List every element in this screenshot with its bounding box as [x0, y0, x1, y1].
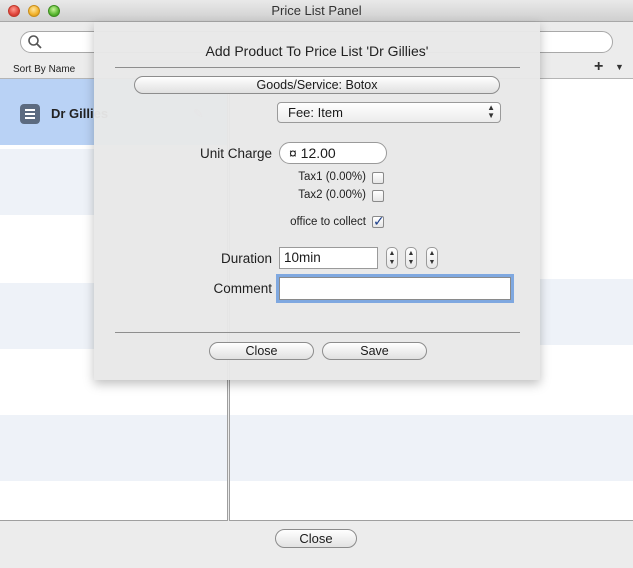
duration-label: Duration — [220, 251, 272, 266]
duration-stepper[interactable]: ▲ ▼ — [426, 247, 438, 269]
tax2-checkbox[interactable] — [372, 190, 384, 202]
save-button[interactable]: Save — [322, 342, 427, 360]
comment-field[interactable] — [279, 277, 511, 300]
sheet-title: Add Product To Price List 'Dr Gillies' — [205, 43, 429, 59]
window-close-icon[interactable] — [8, 5, 20, 17]
office-to-collect-label: office to collect — [290, 216, 366, 228]
window-zoom-icon[interactable] — [48, 5, 60, 17]
sort-by-name-header[interactable]: Sort By Name — [13, 64, 75, 75]
tax1-label: Tax1 (0.00%) — [298, 171, 366, 183]
add-button[interactable]: + — [594, 58, 603, 76]
comment-label: Comment — [213, 281, 272, 296]
window-title: Price List Panel — [271, 3, 362, 18]
office-to-collect-checkbox[interactable] — [372, 213, 385, 230]
unit-charge-label: Unit Charge — [199, 146, 272, 161]
goods-service-button[interactable]: Goods/Service: Botox — [134, 76, 500, 94]
add-product-sheet: Add Product To Price List 'Dr Gillies' G… — [94, 22, 540, 380]
chevron-updown-icon: ▲ ▼ — [487, 103, 495, 120]
unit-charge-input[interactable]: ¤ 12.00 — [279, 142, 387, 164]
dialog-close-button[interactable]: Close — [209, 342, 314, 360]
title-bar: Price List Panel — [0, 0, 633, 22]
duration-stepper[interactable]: ▲ ▼ — [386, 247, 398, 269]
table-row — [230, 415, 633, 481]
close-button[interactable]: Close — [275, 529, 357, 548]
list-row — [0, 415, 227, 481]
tax2-label: Tax2 (0.00%) — [298, 189, 366, 201]
window-minimize-icon[interactable] — [28, 5, 40, 17]
fee-type-value: Fee: Item — [288, 105, 343, 120]
tax1-checkbox[interactable] — [372, 172, 384, 184]
fee-type-select[interactable]: Fee: Item ▲ ▼ — [277, 102, 501, 123]
options-menu-icon[interactable]: ▼ — [615, 62, 624, 72]
list-icon — [20, 104, 40, 124]
duration-stepper[interactable]: ▲ ▼ — [405, 247, 417, 269]
divider — [115, 332, 520, 333]
divider — [115, 67, 520, 68]
search-icon — [28, 35, 42, 49]
duration-input[interactable]: 10min — [279, 247, 378, 269]
